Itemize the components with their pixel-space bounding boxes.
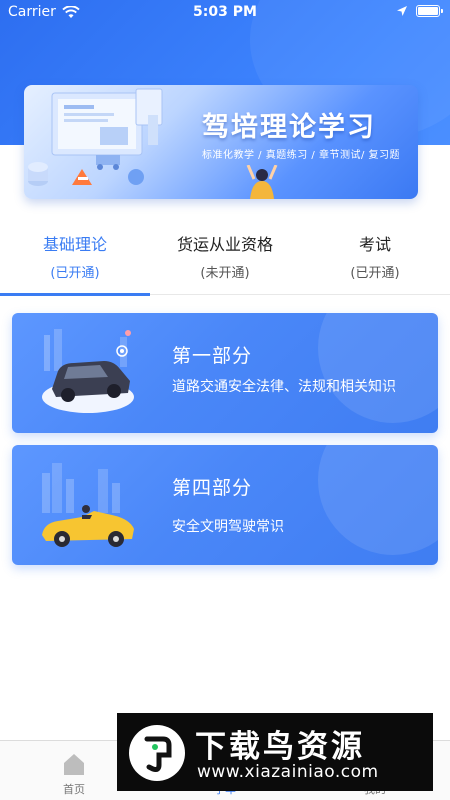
course-card-part-one[interactable]: 第一部分 道路交通安全法律、法规和相关知识 [12, 313, 438, 433]
card-description: 安全文明驾驶常识 [172, 519, 284, 535]
status-bar: Carrier 5:03 PM [0, 0, 450, 26]
tab-status: (已开通) [50, 266, 100, 281]
active-tab-indicator [0, 293, 150, 296]
watermark-url: www.xiazainiao.com [197, 762, 379, 782]
location-arrow-icon [397, 6, 407, 16]
bird-logo-icon [129, 725, 185, 781]
promo-banner[interactable]: 驾培理论学习 标准化教学 / 真题练习 / 章节测试/ 复习题 [24, 85, 418, 199]
watermark-overlay: 下载鸟资源 www.xiazainiao.com [117, 713, 433, 791]
home-icon [64, 754, 84, 775]
banner-title: 驾培理论学习 [202, 112, 376, 143]
tab-label: 货运从业资格 [176, 235, 273, 254]
battery-icon [416, 5, 443, 17]
tab-freight-qualification[interactable]: 货运从业资格 (未开通) [150, 225, 300, 295]
suv-car-illustration [42, 329, 134, 413]
convertible-car-illustration [42, 463, 134, 547]
category-tabs: 基础理论 (已开通) 货运从业资格 (未开通) 考试 (已开通) [0, 225, 450, 296]
banner-subtitle: 标准化教学 / 真题练习 / 章节测试/ 复习题 [202, 150, 401, 161]
banner-illustration [28, 88, 163, 186]
status-time: 5:03 PM [193, 4, 257, 20]
tab-label: 考试 [358, 235, 391, 254]
card-title: 第四部分 [172, 477, 253, 499]
card-description: 道路交通安全法律、法规和相关知识 [172, 379, 396, 395]
tab-status: (已开通) [350, 266, 400, 281]
tabbar-label: 首页 [63, 783, 85, 796]
tab-basic-theory[interactable]: 基础理论 (已开通) [0, 225, 150, 295]
cheering-person-illustration [246, 165, 278, 199]
course-card-part-four[interactable]: 第四部分 安全文明驾驶常识 [12, 445, 438, 565]
tabbar-item-home[interactable]: 首页 [44, 751, 104, 797]
tab-exam[interactable]: 考试 (已开通) [300, 225, 450, 295]
card-title: 第一部分 [172, 345, 253, 367]
tab-status: (未开通) [200, 266, 250, 281]
watermark-title: 下载鸟资源 [195, 729, 365, 765]
tab-label: 基础理论 [42, 235, 107, 254]
